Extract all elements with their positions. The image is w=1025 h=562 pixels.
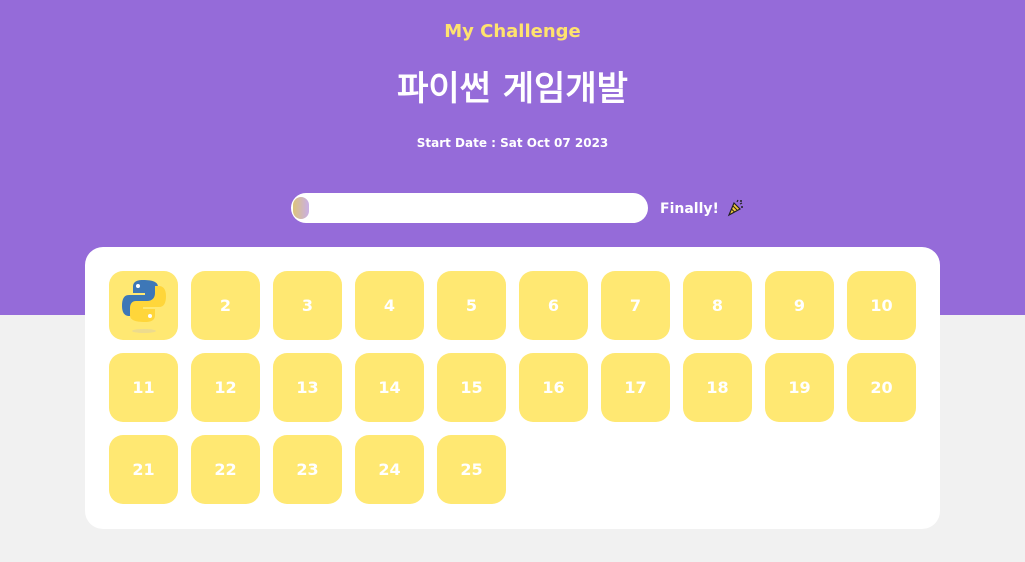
day-number: 22	[214, 460, 237, 479]
day-tile[interactable]: 19	[765, 353, 834, 422]
day-number: 21	[132, 460, 155, 479]
day-number: 6	[547, 296, 560, 315]
day-tile[interactable]: 13	[273, 353, 342, 422]
day-number: 14	[378, 378, 401, 397]
day-tile[interactable]: 11	[109, 353, 178, 422]
day-number: 17	[624, 378, 647, 397]
day-tile[interactable]: 16	[519, 353, 588, 422]
day-number: 19	[788, 378, 811, 397]
day-number: 10	[870, 296, 893, 315]
day-tile[interactable]: 24	[355, 435, 424, 504]
day-tile[interactable]: 20	[847, 353, 916, 422]
python-logo-icon	[121, 279, 166, 333]
day-tile[interactable]	[109, 271, 178, 340]
day-tile[interactable]: 14	[355, 353, 424, 422]
day-tile[interactable]: 3	[273, 271, 342, 340]
day-tile[interactable]: 10	[847, 271, 916, 340]
day-tile[interactable]: 6	[519, 271, 588, 340]
day-tile[interactable]: 22	[191, 435, 260, 504]
progress-fill	[293, 197, 309, 219]
day-number: 11	[132, 378, 155, 397]
day-number: 18	[706, 378, 729, 397]
day-tile[interactable]: 23	[273, 435, 342, 504]
day-number: 2	[219, 296, 232, 315]
day-tile[interactable]: 21	[109, 435, 178, 504]
day-number: 20	[870, 378, 893, 397]
day-tile[interactable]: 9	[765, 271, 834, 340]
day-tile[interactable]: 12	[191, 353, 260, 422]
day-tile[interactable]: 17	[601, 353, 670, 422]
day-tile[interactable]: 5	[437, 271, 506, 340]
day-tile[interactable]: 8	[683, 271, 752, 340]
day-tile[interactable]: 2	[191, 271, 260, 340]
day-number: 8	[711, 296, 724, 315]
day-number: 13	[296, 378, 319, 397]
day-tile[interactable]: 25	[437, 435, 506, 504]
challenge-board: 2 3 4 5 6 7 8 9 10 11 12 13 14 15 16 17 18 19 20 21 22 23 24 25	[85, 247, 940, 529]
day-number: 15	[460, 378, 483, 397]
challenge-progress-bar	[291, 193, 648, 223]
day-number: 9	[793, 296, 806, 315]
day-number: 23	[296, 460, 319, 479]
challenge-page: My Challenge 파이썬 게임개발 Start Date : Sat O…	[0, 0, 1025, 562]
challenge-kicker: My Challenge	[444, 21, 581, 42]
day-number: 5	[465, 296, 478, 315]
party-popper-icon	[726, 199, 744, 217]
day-tile[interactable]: 18	[683, 353, 752, 422]
day-number: 12	[214, 378, 237, 397]
day-number: 24	[378, 460, 401, 479]
day-number: 25	[460, 460, 483, 479]
finally-label-group: Finally!	[660, 199, 744, 219]
finally-label: Finally!	[660, 201, 719, 217]
day-number: 3	[301, 296, 314, 315]
day-number: 16	[542, 378, 565, 397]
day-tile[interactable]: 4	[355, 271, 424, 340]
day-tile[interactable]: 15	[437, 353, 506, 422]
page-title: 파이썬 게임개발	[397, 69, 628, 109]
day-tile[interactable]: 7	[601, 271, 670, 340]
day-number: 4	[383, 296, 396, 315]
day-number: 7	[629, 296, 642, 315]
start-date-label: Start Date : Sat Oct 07 2023	[416, 136, 609, 150]
